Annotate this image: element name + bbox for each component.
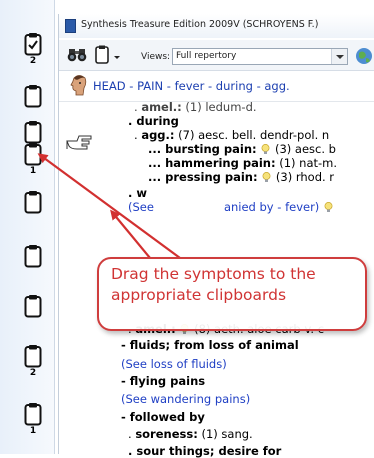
callout-text: Drag the symptoms to the appropriate cli… xyxy=(111,265,316,304)
instruction-callout: Drag the symptoms to the appropriate cli… xyxy=(97,257,367,331)
arrow-to-rubric xyxy=(110,209,151,259)
arrow-to-clipboard xyxy=(37,153,181,259)
drag-arrows xyxy=(37,153,181,259)
